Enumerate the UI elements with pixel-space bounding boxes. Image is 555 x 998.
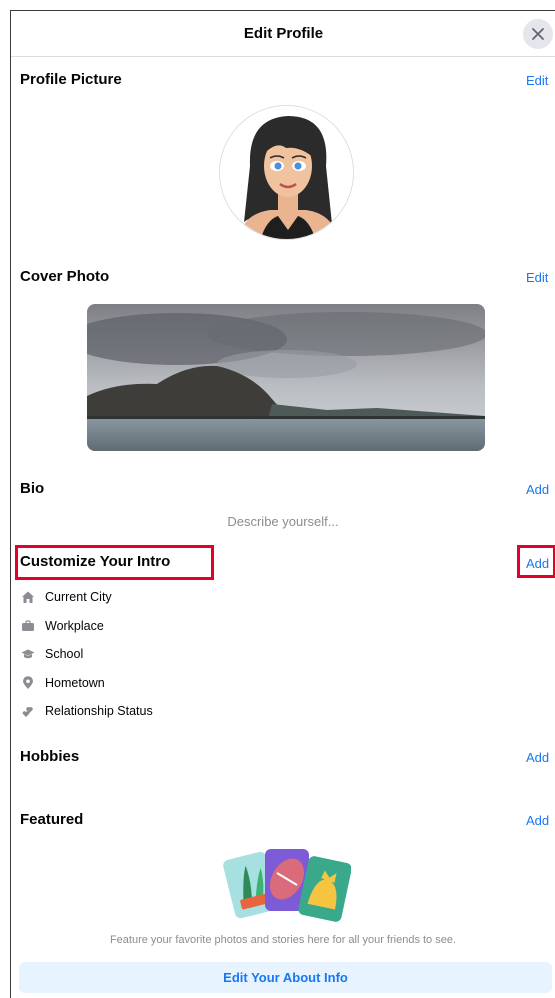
dialog-header: Edit Profile <box>11 11 555 57</box>
intro-item-label: School <box>45 647 84 661</box>
intro-item-label: Hometown <box>45 676 105 690</box>
featured-add-link[interactable]: Add <box>526 813 549 828</box>
intro-item-school[interactable]: School <box>20 644 83 664</box>
close-button[interactable] <box>523 19 553 49</box>
briefcase-icon <box>20 618 36 634</box>
hearts-icon <box>20 703 36 719</box>
avatar-illustration <box>220 106 353 239</box>
profile-picture[interactable] <box>219 105 354 240</box>
edit-profile-dialog: Edit Profile Profile Picture Edit Cover … <box>10 10 555 998</box>
edit-about-info-button[interactable]: Edit Your About Info <box>19 962 552 993</box>
intro-item-label: Workplace <box>45 619 104 633</box>
graduation-cap-icon <box>20 646 36 662</box>
location-pin-icon <box>20 675 36 691</box>
cover-photo[interactable] <box>87 304 485 451</box>
home-icon <box>20 589 36 605</box>
bio-title: Bio <box>20 480 45 497</box>
customize-intro-add-link[interactable]: Add <box>526 556 549 571</box>
intro-item-label: Current City <box>45 590 112 604</box>
hobbies-add-link[interactable]: Add <box>526 750 549 765</box>
close-icon <box>532 28 544 40</box>
intro-item-relationship-status[interactable]: Relationship Status <box>20 701 153 721</box>
profile-picture-edit-link[interactable]: Edit <box>526 73 548 88</box>
intro-item-workplace[interactable]: Workplace <box>20 616 104 636</box>
cover-photo-image <box>87 304 485 451</box>
cover-photo-edit-link[interactable]: Edit <box>526 270 548 285</box>
featured-title: Featured <box>20 811 84 828</box>
customize-intro-title: Customize Your Intro <box>20 553 171 570</box>
cover-photo-title: Cover Photo <box>20 268 110 285</box>
intro-item-hometown[interactable]: Hometown <box>20 673 105 693</box>
hobbies-title: Hobbies <box>20 748 80 765</box>
featured-illustration <box>221 845 352 923</box>
intro-item-label: Relationship Status <box>45 704 153 718</box>
profile-picture-title: Profile Picture <box>20 71 122 88</box>
bio-add-link[interactable]: Add <box>526 482 549 497</box>
intro-item-current-city[interactable]: Current City <box>20 587 112 607</box>
featured-caption: Feature your favorite photos and stories… <box>109 934 457 946</box>
edit-about-info-label: Edit Your About Info <box>223 970 348 985</box>
bio-placeholder[interactable]: Describe yourself... <box>11 514 555 529</box>
dialog-title: Edit Profile <box>243 25 324 42</box>
